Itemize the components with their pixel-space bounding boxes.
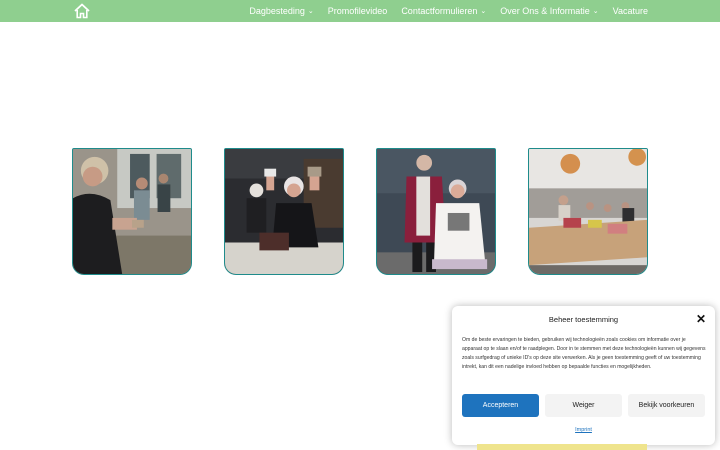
chevron-down-icon: ⌄ — [592, 7, 599, 15]
photo-knitting-woman[interactable] — [72, 148, 192, 275]
nav-item-label: Promofilevideo — [327, 6, 388, 16]
photo-gallery — [72, 148, 648, 275]
photo-group-table[interactable] — [528, 148, 648, 275]
home-icon[interactable] — [74, 3, 90, 19]
nav-item-vacature[interactable]: Vacature — [613, 6, 648, 16]
nav-item-dagbesteding[interactable]: Dagbesteding ⌄ — [249, 6, 313, 16]
photo-cheering-women[interactable] — [224, 148, 344, 275]
nav-item-label: Over Ons & Informatie — [500, 6, 590, 16]
cookie-consent-dialog: Beheer toestemming ✕ Om de beste ervarin… — [452, 306, 715, 445]
deny-button[interactable]: Weiger — [545, 394, 622, 417]
nav-item-promofilevideo[interactable]: Promofilevideo — [328, 6, 388, 16]
nav-menu: Dagbesteding ⌄ Promofilevideo Contactfor… — [249, 0, 648, 22]
nav-item-over-ons[interactable]: Over Ons & Informatie ⌄ — [500, 6, 598, 16]
consent-button-row: Accepteren Weiger Bekijk voorkeuren — [462, 394, 705, 417]
nav-item-contactformulieren[interactable]: Contactformulieren ⌄ — [401, 6, 486, 16]
accept-button[interactable]: Accepteren — [462, 394, 539, 417]
view-preferences-button[interactable]: Bekijk voorkeuren — [628, 394, 705, 417]
nav-item-label: Contactformulieren — [401, 6, 478, 16]
photo-two-women[interactable] — [376, 148, 496, 275]
close-icon[interactable]: ✕ — [696, 313, 706, 325]
nav-item-label: Dagbesteding — [249, 6, 305, 16]
chevron-down-icon: ⌄ — [480, 7, 487, 15]
nav-item-label: Vacature — [612, 6, 648, 16]
consent-description: Om de beste ervaringen te bieden, gebrui… — [462, 337, 706, 371]
chevron-down-icon: ⌄ — [307, 7, 314, 15]
consent-title: Beheer toestemming — [548, 315, 619, 324]
top-navigation-bar: Dagbesteding ⌄ Promofilevideo Contactfor… — [0, 0, 720, 22]
footer-button-edge — [477, 444, 647, 450]
imprint-link[interactable]: Imprint — [452, 427, 715, 433]
